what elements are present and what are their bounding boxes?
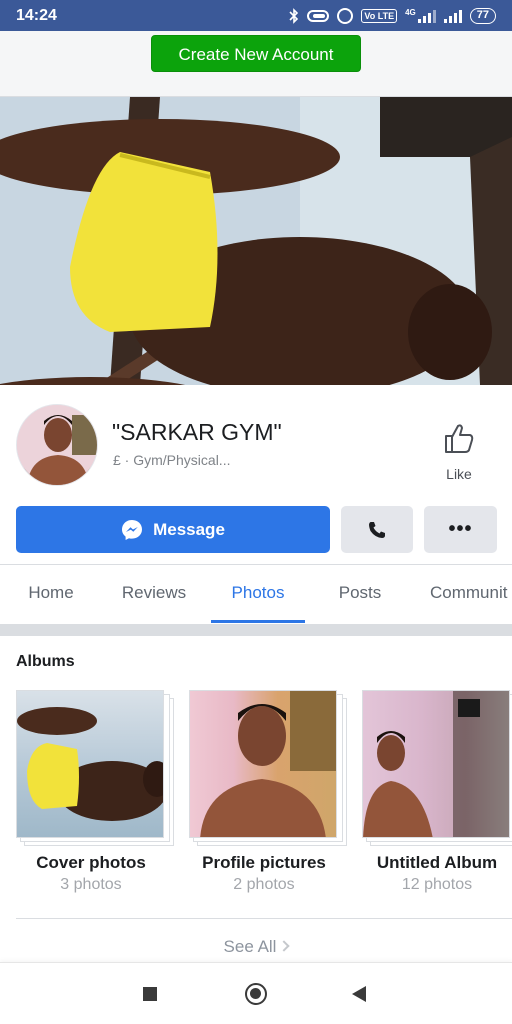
- message-button[interactable]: Message: [16, 506, 330, 553]
- page-tabs: Home Reviews Photos Posts Communit: [0, 564, 512, 624]
- album-count: 2 photos: [233, 876, 295, 893]
- back-icon[interactable]: [352, 986, 366, 1002]
- phone-icon: [369, 521, 385, 538]
- page-category: £ · Gym/Physical...: [113, 452, 231, 468]
- album-count: 12 photos: [401, 876, 473, 893]
- system-nav-bar: [0, 962, 512, 1024]
- cover-photo-image: [0, 97, 512, 385]
- album-name: Untitled Album: [376, 853, 498, 872]
- network-type-label: 4G: [405, 7, 416, 17]
- tab-community[interactable]: Communit: [420, 565, 512, 623]
- status-bar: 14:24 Vo LTE 4G 77: [0, 0, 512, 31]
- tab-posts[interactable]: Posts: [322, 565, 398, 623]
- see-all-label: See All: [223, 937, 277, 956]
- battery-indicator: 77: [469, 8, 496, 24]
- albums-divider: [16, 918, 512, 919]
- album-thumbnail: [362, 690, 510, 838]
- more-icon: •••: [448, 518, 473, 540]
- alarm-icon: [337, 8, 354, 24]
- album-cover-photos[interactable]: Cover photos 3 photos: [16, 690, 176, 894]
- page-title: "SARKAR GYM": [112, 419, 282, 445]
- album-name: Profile pictures: [202, 853, 326, 872]
- bluetooth-icon: [289, 8, 299, 24]
- message-label: Message: [153, 519, 225, 539]
- status-time: 14:24: [16, 7, 57, 24]
- like-button[interactable]: Like: [434, 421, 484, 482]
- section-separator: [0, 624, 512, 636]
- recent-apps-icon[interactable]: [143, 987, 157, 1001]
- status-icons: Vo LTE 4G 77: [289, 6, 496, 26]
- messenger-icon: [122, 519, 143, 540]
- home-icon[interactable]: [245, 983, 267, 1005]
- album-name: Cover photos: [36, 853, 146, 872]
- album-untitled[interactable]: Untitled Album 12 photos: [362, 690, 512, 894]
- album-thumbnail-stack: [16, 690, 174, 846]
- see-all-link[interactable]: See All: [0, 937, 512, 957]
- tab-photos[interactable]: Photos: [211, 565, 305, 623]
- battery-saver-icon: [307, 10, 330, 22]
- cover-photo[interactable]: [0, 97, 512, 385]
- album-thumbnail-stack: [189, 690, 347, 846]
- like-label: Like: [446, 466, 472, 482]
- signal-strength-icon-2: [443, 9, 462, 23]
- album-thumbnail-stack: [362, 690, 512, 846]
- avatar[interactable]: [16, 404, 98, 486]
- album-thumbnail: [189, 690, 337, 838]
- album-thumbnail: [16, 690, 164, 838]
- profile-header: "SARKAR GYM" £ · Gym/Physical... Like: [0, 385, 512, 505]
- thumbs-up-icon: [445, 424, 474, 453]
- volte-icon: Vo LTE: [361, 9, 398, 23]
- tab-home[interactable]: Home: [12, 565, 90, 623]
- signal-strength-icon: [417, 9, 436, 23]
- tab-reviews[interactable]: Reviews: [108, 565, 200, 623]
- create-account-bar: Create New Account: [0, 31, 512, 97]
- call-button[interactable]: [341, 506, 413, 553]
- album-count: 3 photos: [60, 876, 122, 893]
- create-account-button[interactable]: Create New Account: [151, 35, 361, 72]
- chevron-right-icon: [278, 940, 291, 952]
- albums-heading: Albums: [16, 653, 75, 670]
- action-buttons: Message •••: [16, 506, 497, 553]
- avatar-image: [17, 405, 97, 485]
- album-profile-pictures[interactable]: Profile pictures 2 photos: [189, 690, 349, 894]
- more-button[interactable]: •••: [424, 506, 497, 553]
